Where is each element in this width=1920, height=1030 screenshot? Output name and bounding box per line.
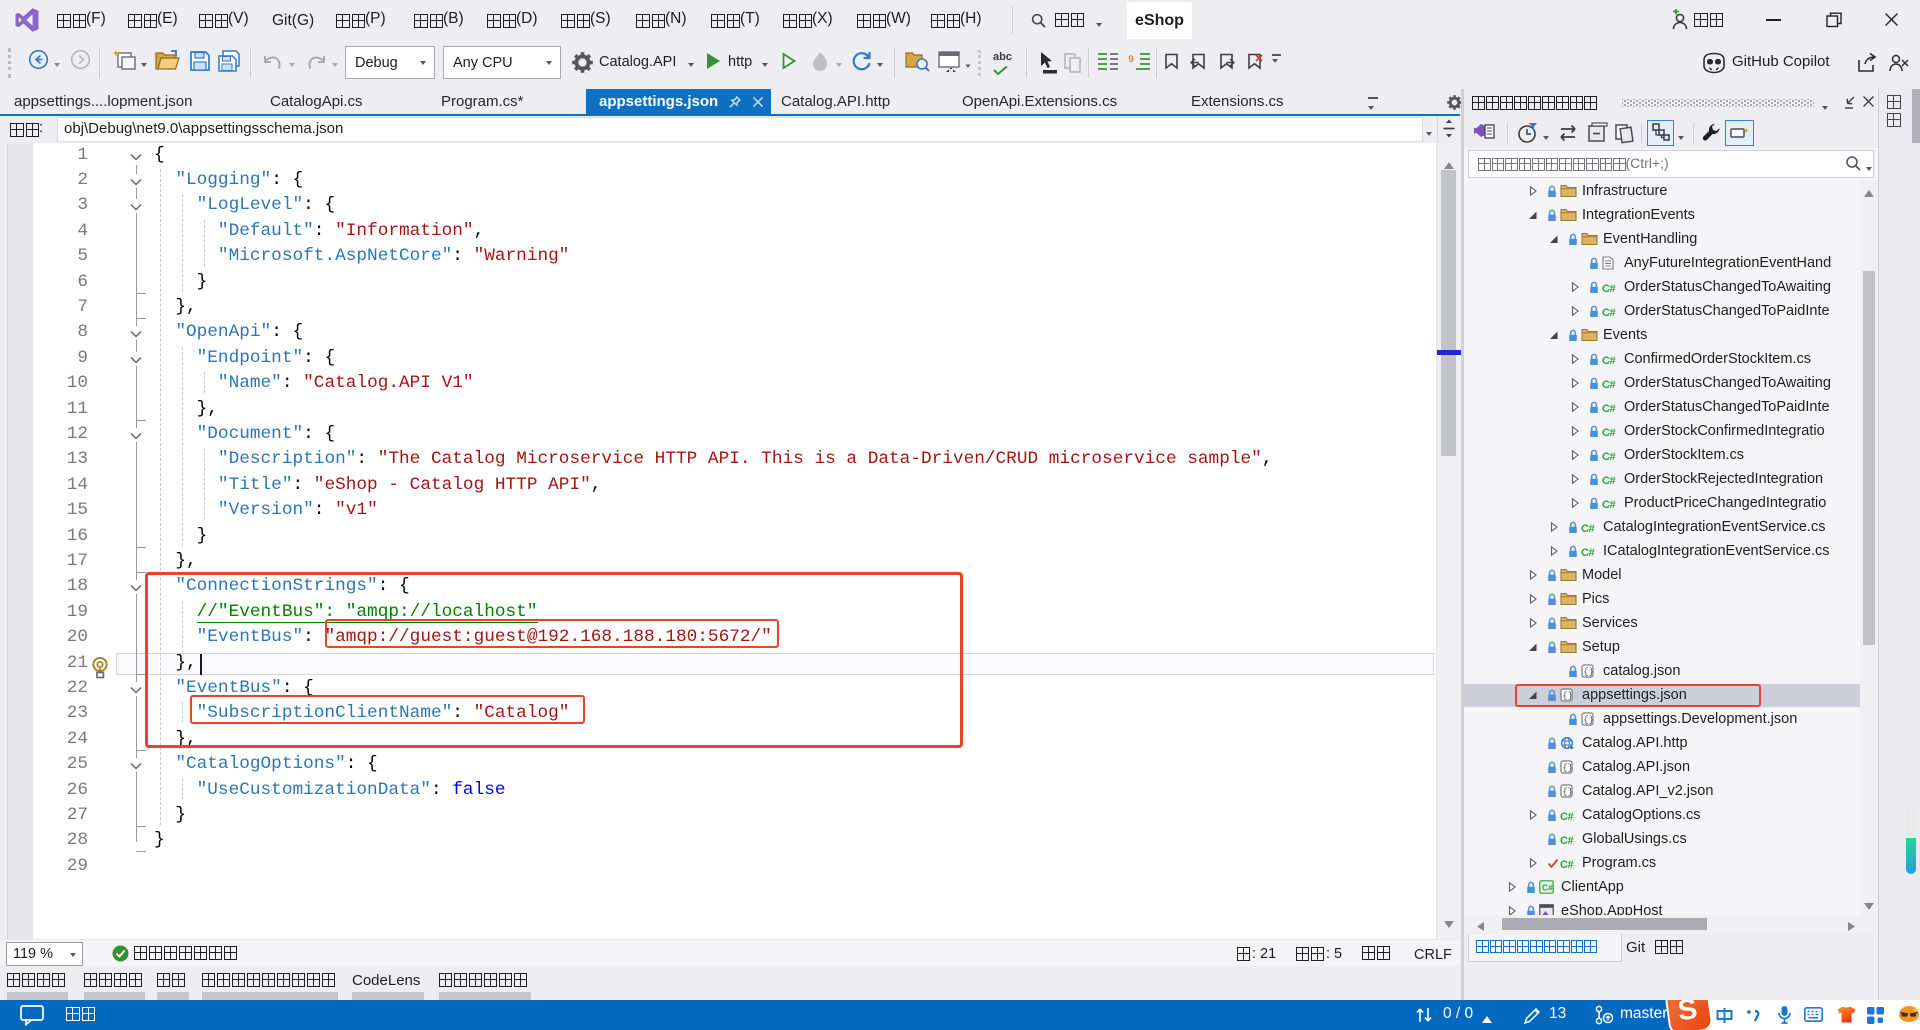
svg-text:9: 9 (1128, 55, 1134, 66)
svg-text:{}: {} (1562, 787, 1573, 797)
svg-text:C#: C# (1542, 883, 1553, 893)
svg-text:{}: {} (1583, 715, 1594, 725)
svg-text:{}: {} (1583, 667, 1594, 677)
svg-text:{}: {} (1562, 763, 1573, 773)
